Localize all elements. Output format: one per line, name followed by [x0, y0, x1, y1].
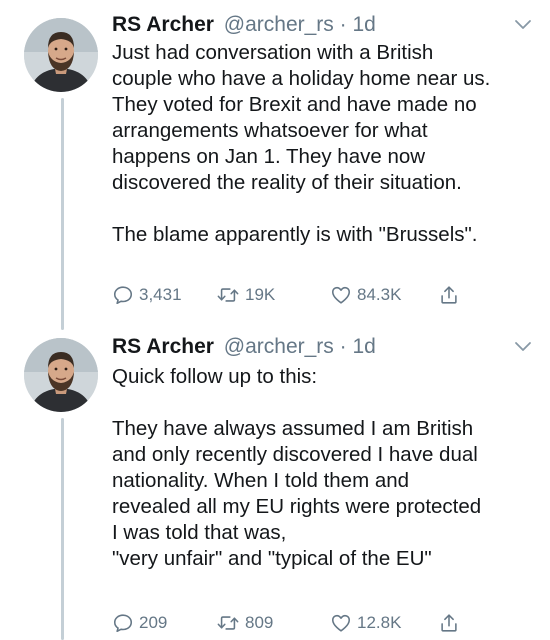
- chevron-down-icon[interactable]: [514, 340, 532, 354]
- handle[interactable]: @archer_rs: [224, 335, 334, 358]
- tweet-text: Just had conversation with a British cou…: [112, 40, 532, 248]
- retweet-count: 19K: [245, 285, 276, 304]
- tweet-paragraph: Just had conversation with a British cou…: [112, 41, 491, 194]
- retweet-icon: [217, 288, 239, 302]
- bearded-man-avatar: [24, 18, 98, 92]
- share-button[interactable]: [438, 612, 460, 634]
- like-count: 12.8K: [357, 613, 402, 632]
- tweet-paragraph: Quick follow up to this:: [112, 365, 318, 388]
- retweet-icon: [217, 616, 239, 630]
- timestamp[interactable]: 1d: [352, 13, 375, 36]
- action-bar: 209 809 12.8K: [112, 608, 460, 638]
- like-count: 84.3K: [357, 285, 402, 304]
- share-button[interactable]: [438, 284, 460, 306]
- display-name[interactable]: RS Archer: [112, 335, 214, 358]
- share-icon: [441, 286, 457, 304]
- like-icon: [331, 286, 351, 304]
- tweet[interactable]: RS Archer @archer_rs · 1d Quick follow u…: [0, 320, 550, 640]
- retweet-button[interactable]: 809: [216, 612, 330, 634]
- retweet-count: 809: [245, 613, 274, 632]
- tweet[interactable]: RS Archer @archer_rs · 1d Just had conve…: [0, 0, 550, 320]
- reply-count: 209: [139, 613, 168, 632]
- like-button[interactable]: 12.8K: [330, 612, 438, 634]
- like-icon: [331, 614, 351, 632]
- tweet-text: Quick follow up to this: They have alway…: [112, 364, 532, 572]
- avatar[interactable]: [24, 18, 98, 92]
- share-icon: [441, 614, 457, 632]
- chevron-down-icon[interactable]: [514, 18, 532, 32]
- avatar[interactable]: [24, 338, 98, 412]
- tweet-header: RS Archer @archer_rs · 1d: [112, 332, 530, 362]
- reply-icon: [113, 286, 133, 305]
- bearded-man-avatar: [24, 338, 98, 412]
- tweet-paragraph: They have always assumed I am British an…: [112, 417, 482, 570]
- separator: ·: [339, 335, 347, 358]
- timestamp[interactable]: 1d: [352, 335, 375, 358]
- action-bar: 3,431 19K 84.3K: [112, 280, 460, 310]
- tweet-header: RS Archer @archer_rs · 1d: [112, 10, 530, 40]
- reply-count: 3,431: [139, 285, 182, 304]
- separator: ·: [339, 13, 347, 36]
- like-button[interactable]: 84.3K: [330, 284, 438, 306]
- reply-icon: [113, 614, 133, 633]
- display-name[interactable]: RS Archer: [112, 13, 214, 36]
- tweet-paragraph: The blame apparently is with "Brussels".: [112, 223, 478, 246]
- handle[interactable]: @archer_rs: [224, 13, 334, 36]
- reply-button[interactable]: 209: [112, 612, 216, 634]
- reply-button[interactable]: 3,431: [112, 284, 216, 306]
- retweet-button[interactable]: 19K: [216, 284, 330, 306]
